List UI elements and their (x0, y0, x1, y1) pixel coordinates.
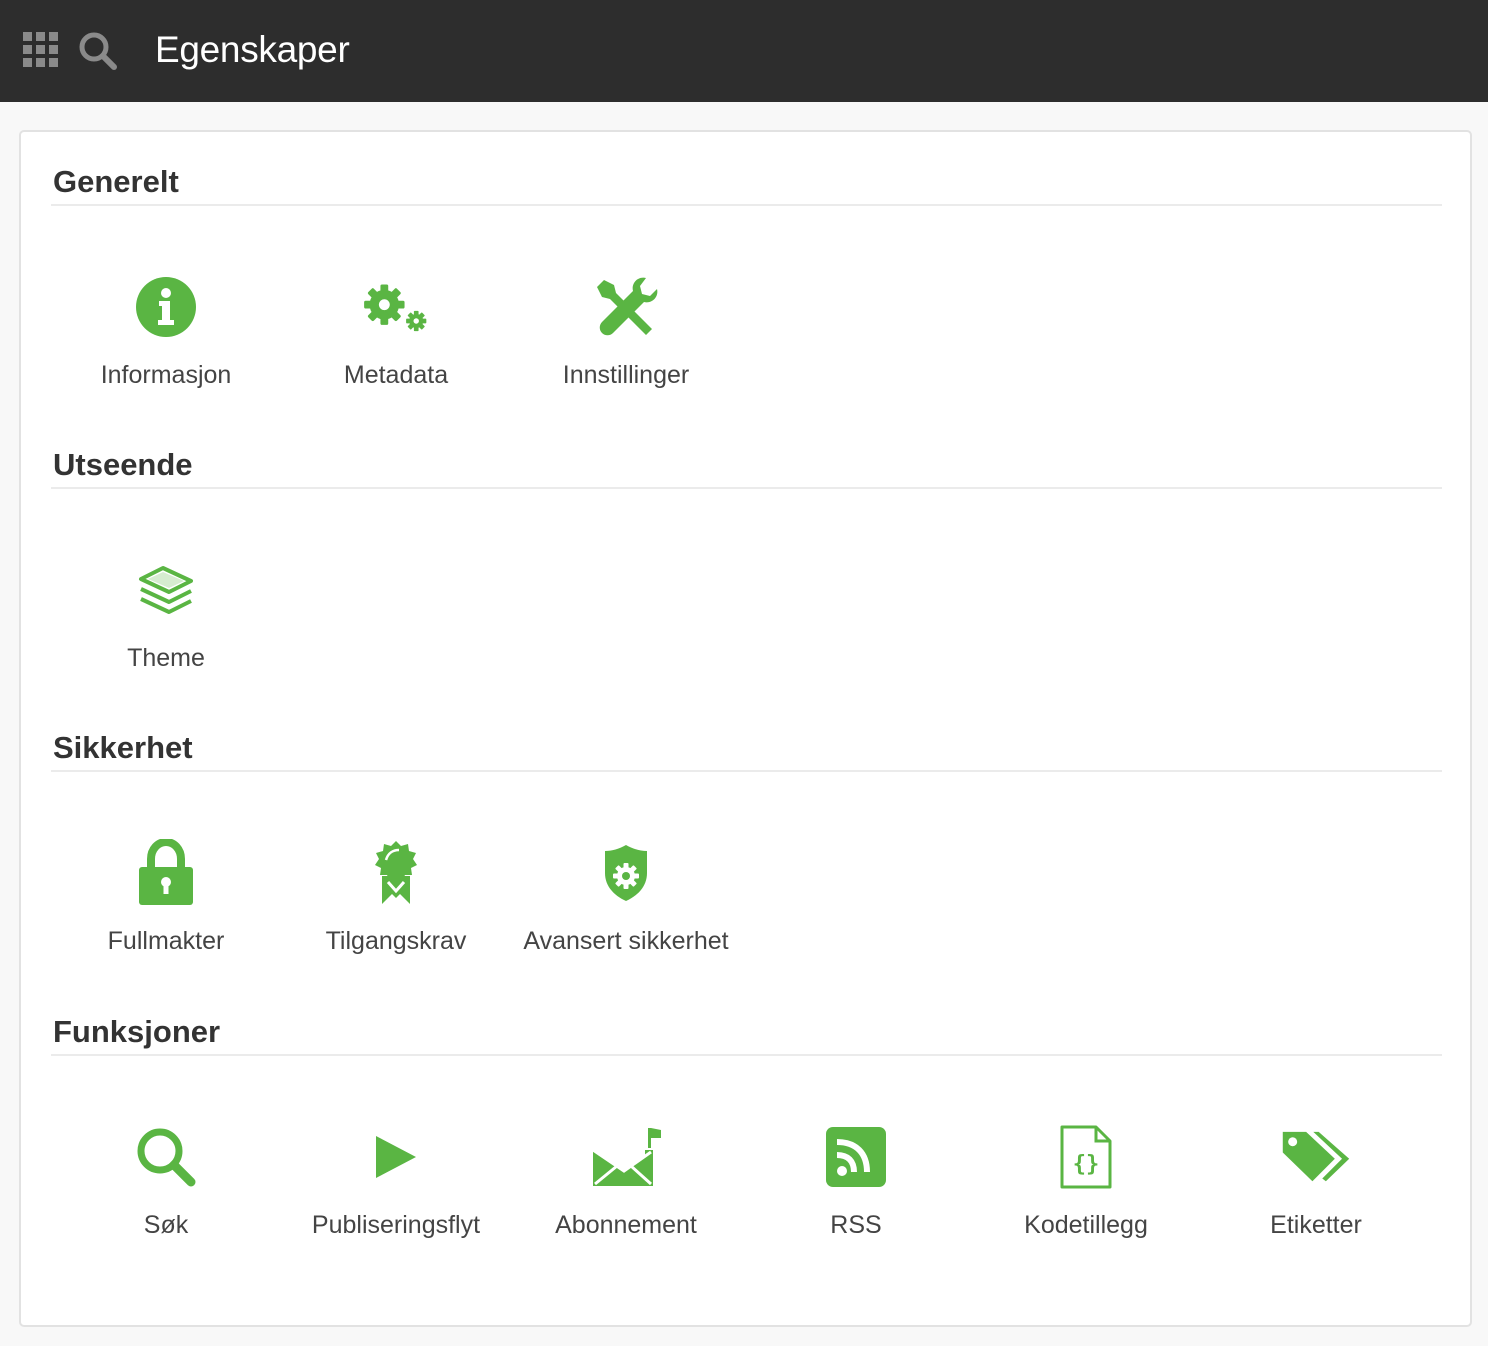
shield-gear-icon (591, 838, 661, 908)
tile-label: Kodetillegg (1024, 1211, 1148, 1239)
tile-label: Abonnement (555, 1211, 697, 1239)
section-functions: Funksjoner Søk Publiseringsflyt Abonneme… (51, 1012, 1442, 1272)
padlock-icon (131, 838, 201, 908)
tile-sok[interactable]: Søk (51, 1092, 281, 1239)
section-divider (51, 1054, 1442, 1056)
tile-innstillinger[interactable]: Innstillinger (511, 242, 741, 389)
section-title: Funksjoner (53, 1014, 221, 1049)
section-title: Utseende (53, 447, 193, 482)
tile-rss[interactable]: RSS (741, 1092, 971, 1239)
tile-label: Publiseringsflyt (311, 1211, 481, 1239)
tile-label: Etiketter (1270, 1211, 1362, 1239)
search-icon[interactable] (78, 31, 118, 71)
tile-label: Fullmakter (107, 927, 225, 955)
tile-theme[interactable]: Theme (51, 525, 281, 672)
tile-avansert-sikkerhet[interactable]: Avansert sikkerhet (511, 808, 741, 988)
top-bar: Egenskaper (0, 0, 1488, 102)
section-divider (51, 770, 1442, 772)
section-title: Sikkerhet (53, 730, 193, 765)
tile-label: Tilgangskrav (325, 927, 467, 955)
wrench-screwdriver-icon (591, 272, 661, 342)
magnifier-icon (131, 1122, 201, 1192)
tile-metadata[interactable]: Metadata (281, 242, 511, 389)
section-divider (51, 204, 1442, 206)
tile-tilgangskrav[interactable]: Tilgangskrav (281, 808, 511, 955)
info-circle-icon (131, 272, 201, 342)
section-general: Generelt Informasjon Metadata Innstillin… (51, 162, 1442, 392)
section-appearance: Utseende Theme (51, 445, 1442, 675)
tile-publiseringsflyt[interactable]: Publiseringsflyt (281, 1092, 511, 1239)
section-title: Generelt (53, 164, 179, 199)
svg-text:{}: {} (1073, 1152, 1100, 1177)
tile-fullmakter[interactable]: Fullmakter (51, 808, 281, 955)
tile-label: Innstillinger (562, 361, 690, 389)
tile-label: RSS (830, 1211, 882, 1239)
tile-label: Avansert sikkerhet (523, 927, 729, 955)
tile-label: Theme (127, 644, 205, 672)
tile-label: Informasjon (100, 361, 232, 389)
properties-panel: Generelt Informasjon Metadata Innstillin… (19, 130, 1472, 1327)
tile-etiketter[interactable]: Etiketter (1201, 1092, 1431, 1239)
rss-feed-icon (821, 1122, 891, 1192)
tile-abonnement[interactable]: Abonnement (511, 1092, 741, 1239)
section-security: Sikkerhet Fullmakter Tilgangskrav Avanse… (51, 728, 1442, 998)
code-file-icon: {} (1051, 1122, 1121, 1192)
gears-icon (361, 272, 431, 342)
page-title: Egenskaper (155, 29, 350, 70)
tile-kodetillegg[interactable]: {} Kodetillegg (971, 1092, 1201, 1239)
section-divider (51, 487, 1442, 489)
award-ribbon-icon (361, 838, 431, 908)
apps-grid-icon[interactable] (22, 31, 60, 69)
layers-icon (131, 555, 201, 625)
envelope-flag-icon (591, 1122, 661, 1192)
tile-label: Metadata (343, 361, 449, 389)
tile-informasjon[interactable]: Informasjon (51, 242, 281, 389)
play-icon (361, 1122, 431, 1192)
tags-icon (1281, 1122, 1351, 1192)
tile-label: Søk (143, 1211, 189, 1239)
